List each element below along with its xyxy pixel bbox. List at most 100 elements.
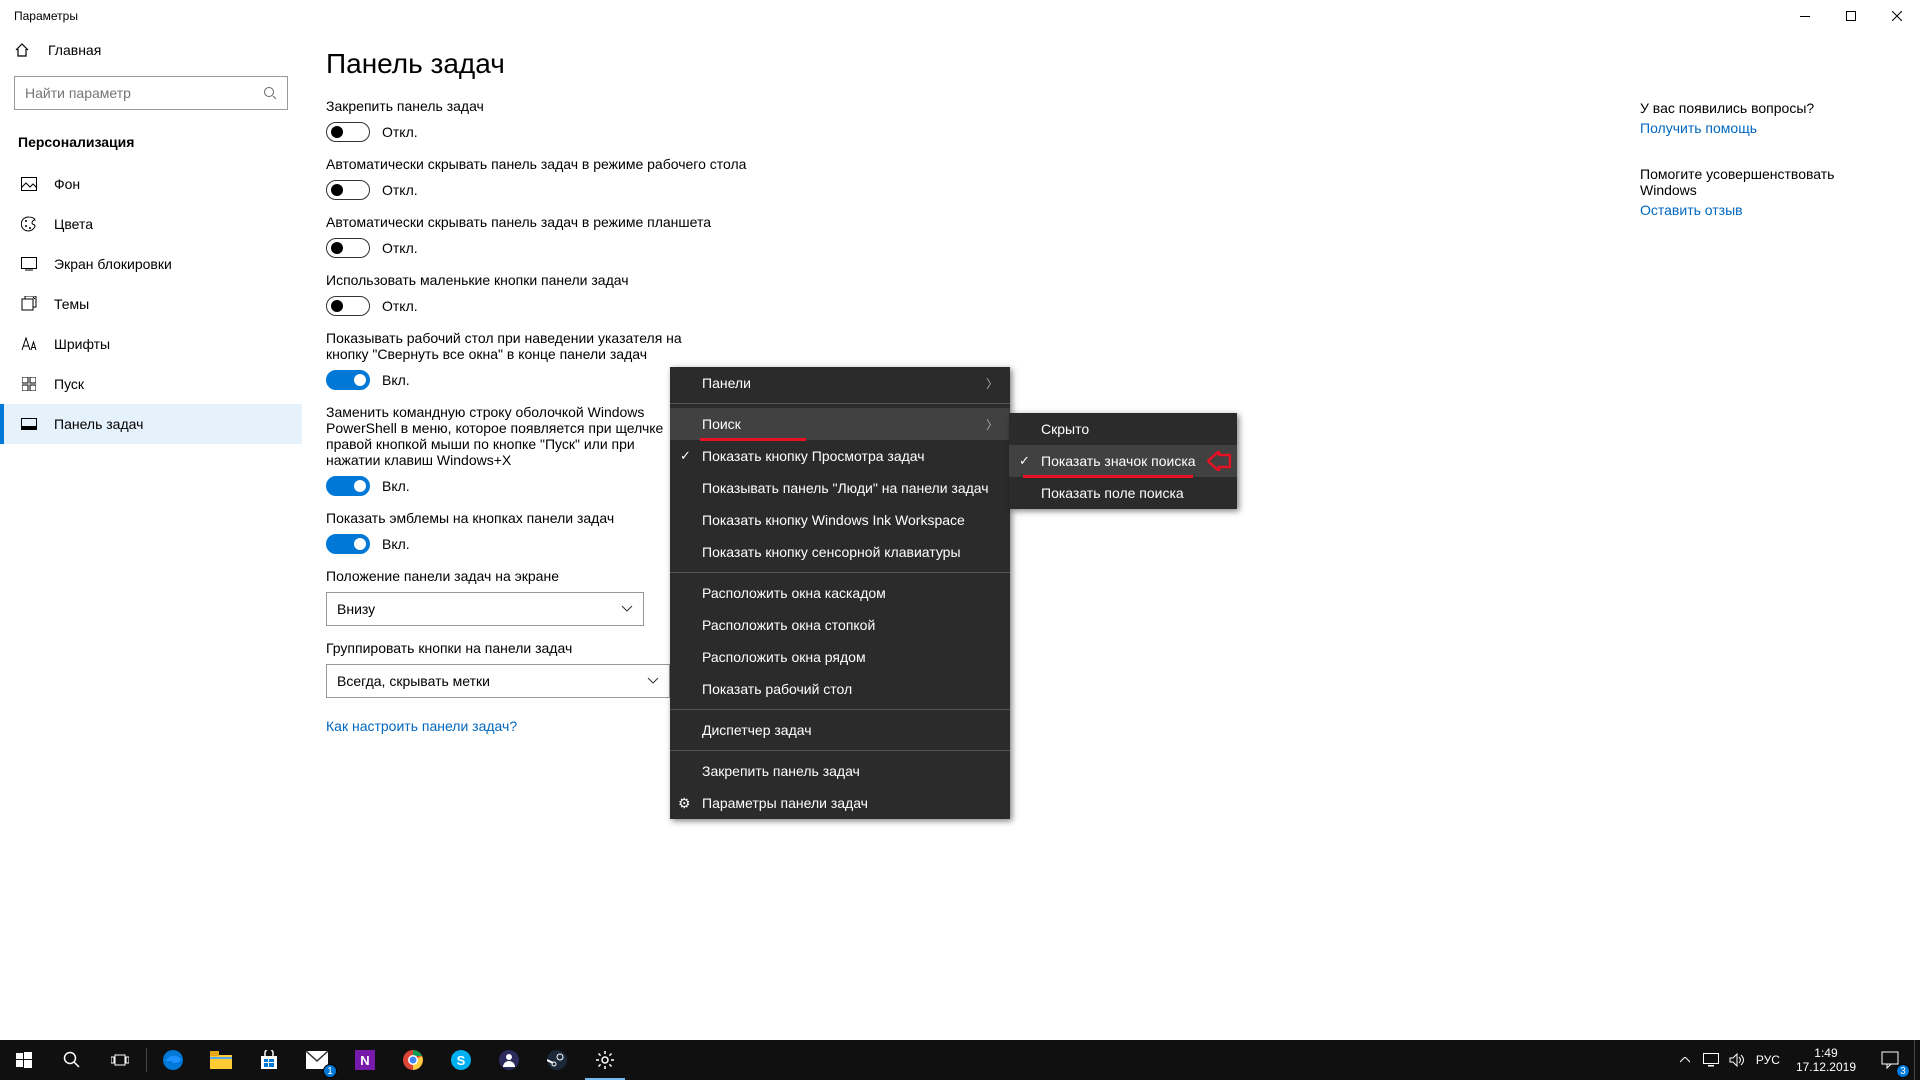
toggle-small-buttons[interactable] — [326, 296, 370, 316]
dropdown-value: Всегда, скрывать метки — [337, 673, 490, 689]
cm-separator — [670, 572, 1010, 573]
chevron-right-icon: 〉 — [986, 375, 998, 392]
setting-label: Закрепить панель задач — [326, 98, 966, 114]
cm-show-box[interactable]: Показать поле поиска — [1009, 477, 1237, 509]
taskbar: 1 N S РУС 1:49 17.12.2019 3 — [0, 1040, 1920, 1080]
nav-item-label: Фон — [54, 176, 80, 192]
red-arrow-icon — [1207, 451, 1231, 471]
cm-taskmgr[interactable]: Диспетчер задач — [670, 714, 1010, 746]
nav-fonts[interactable]: Шрифты — [0, 324, 302, 364]
show-desktop[interactable] — [1914, 1040, 1920, 1080]
questions-label: У вас появились вопросы? — [1640, 100, 1880, 116]
onenote-button[interactable]: N — [341, 1040, 389, 1080]
search-field[interactable] — [25, 85, 263, 101]
app-button[interactable] — [485, 1040, 533, 1080]
minimize-button[interactable] — [1782, 0, 1828, 32]
toggle-autohide-desktop[interactable] — [326, 180, 370, 200]
nav-start[interactable]: Пуск — [0, 364, 302, 404]
chevron-down-icon — [621, 605, 633, 613]
tray-chevron[interactable] — [1672, 1040, 1698, 1080]
cm-show-icon[interactable]: ✓ Показать значок поиска — [1009, 445, 1237, 477]
lockscreen-icon — [18, 257, 40, 271]
nav-lockscreen[interactable]: Экран блокировки — [0, 244, 302, 284]
nav-item-label: Пуск — [54, 376, 84, 392]
toggle-peek-desktop[interactable] — [326, 370, 370, 390]
toggle-state: Откл. — [382, 124, 418, 140]
nav-background[interactable]: Фон — [0, 164, 302, 204]
cm-settings[interactable]: ⚙Параметры панели задач — [670, 787, 1010, 819]
cm-ink[interactable]: Показать кнопку Windows Ink Workspace — [670, 504, 1010, 536]
svg-text:N: N — [360, 1053, 369, 1068]
feedback-link[interactable]: Оставить отзыв — [1640, 202, 1880, 218]
gear-icon: ⚙ — [678, 795, 691, 812]
cm-touchkbd[interactable]: Показать кнопку сенсорной клавиатуры — [670, 536, 1010, 568]
cm-panels[interactable]: Панели〉 — [670, 367, 1010, 399]
toggle-state: Откл. — [382, 240, 418, 256]
section-label: Персонализация — [0, 124, 302, 164]
tray-clock[interactable]: 1:49 17.12.2019 — [1786, 1046, 1866, 1075]
toggle-badges[interactable] — [326, 534, 370, 554]
store-button[interactable] — [245, 1040, 293, 1080]
taskbar-separator — [146, 1048, 147, 1072]
search-button[interactable] — [48, 1040, 96, 1080]
cm-sidebyside[interactable]: Расположить окна рядом — [670, 641, 1010, 673]
toggle-state: Откл. — [382, 182, 418, 198]
nav-item-label: Темы — [54, 296, 89, 312]
toggle-state: Вкл. — [382, 372, 410, 388]
skype-button[interactable]: S — [437, 1040, 485, 1080]
cm-separator — [670, 709, 1010, 710]
settings-button[interactable] — [581, 1040, 629, 1080]
cm-lock[interactable]: Закрепить панель задач — [670, 755, 1010, 787]
chrome-button[interactable] — [389, 1040, 437, 1080]
taskview-button[interactable] — [96, 1040, 144, 1080]
chevron-right-icon: 〉 — [986, 416, 998, 433]
nav-themes[interactable]: Темы — [0, 284, 302, 324]
explorer-button[interactable] — [197, 1040, 245, 1080]
cm-hidden[interactable]: Скрыто — [1009, 413, 1237, 445]
check-icon: ✓ — [680, 448, 691, 464]
tray-volume-icon[interactable] — [1724, 1040, 1750, 1080]
help-link[interactable]: Как настроить панели задач? — [326, 718, 517, 734]
cm-taskview[interactable]: ✓Показать кнопку Просмотра задач — [670, 440, 1010, 472]
cm-search[interactable]: Поиск〉 — [670, 408, 1010, 440]
setting-label: Показывать рабочий стол при наведении ук… — [326, 330, 706, 362]
setting-label: Автоматически скрывать панель задач в ре… — [326, 156, 966, 172]
date: 17.12.2019 — [1796, 1060, 1856, 1074]
steam-button[interactable] — [533, 1040, 581, 1080]
setting-label: Использовать маленькие кнопки панели зад… — [326, 272, 966, 288]
page-title: Панель задач — [326, 48, 1880, 80]
themes-icon — [18, 296, 40, 312]
cm-cascade[interactable]: Расположить окна каскадом — [670, 577, 1010, 609]
right-column: У вас появились вопросы? Получить помощь… — [1640, 100, 1880, 248]
cm-showdesktop[interactable]: Показать рабочий стол — [670, 673, 1010, 705]
toggle-powershell[interactable] — [326, 476, 370, 496]
search-icon — [263, 86, 277, 100]
nav-home[interactable]: Главная — [0, 32, 302, 68]
notifications-button[interactable]: 3 — [1866, 1040, 1914, 1080]
cm-stack[interactable]: Расположить окна стопкой — [670, 609, 1010, 641]
mail-button[interactable]: 1 — [293, 1040, 341, 1080]
dropdown-value: Внизу — [337, 601, 375, 617]
close-button[interactable] — [1874, 0, 1920, 32]
toggle-lock-taskbar[interactable] — [326, 122, 370, 142]
taskbar-icon — [18, 418, 40, 430]
start-button[interactable] — [0, 1040, 48, 1080]
get-help-link[interactable]: Получить помощь — [1640, 120, 1880, 136]
window-title: Параметры — [14, 9, 78, 23]
search-submenu: Скрыто ✓ Показать значок поиска Показать… — [1009, 413, 1237, 509]
edge-button[interactable] — [149, 1040, 197, 1080]
tray-language[interactable]: РУС — [1750, 1040, 1786, 1080]
setting-label: Заменить командную строку оболочкой Wind… — [326, 404, 686, 468]
sidebar: Главная Персонализация Фон Цвета Экран б… — [0, 32, 302, 1062]
maximize-button[interactable] — [1828, 0, 1874, 32]
dropdown-grouping[interactable]: Всегда, скрывать метки — [326, 664, 670, 698]
svg-text:S: S — [457, 1053, 466, 1068]
search-input[interactable] — [14, 76, 288, 110]
cm-people[interactable]: Показывать панель "Люди" на панели задач — [670, 472, 1010, 504]
chevron-down-icon — [647, 677, 659, 685]
dropdown-position[interactable]: Внизу — [326, 592, 644, 626]
nav-colors[interactable]: Цвета — [0, 204, 302, 244]
tray-monitor-icon[interactable] — [1698, 1040, 1724, 1080]
toggle-autohide-tablet[interactable] — [326, 238, 370, 258]
nav-taskbar[interactable]: Панель задач — [0, 404, 302, 444]
